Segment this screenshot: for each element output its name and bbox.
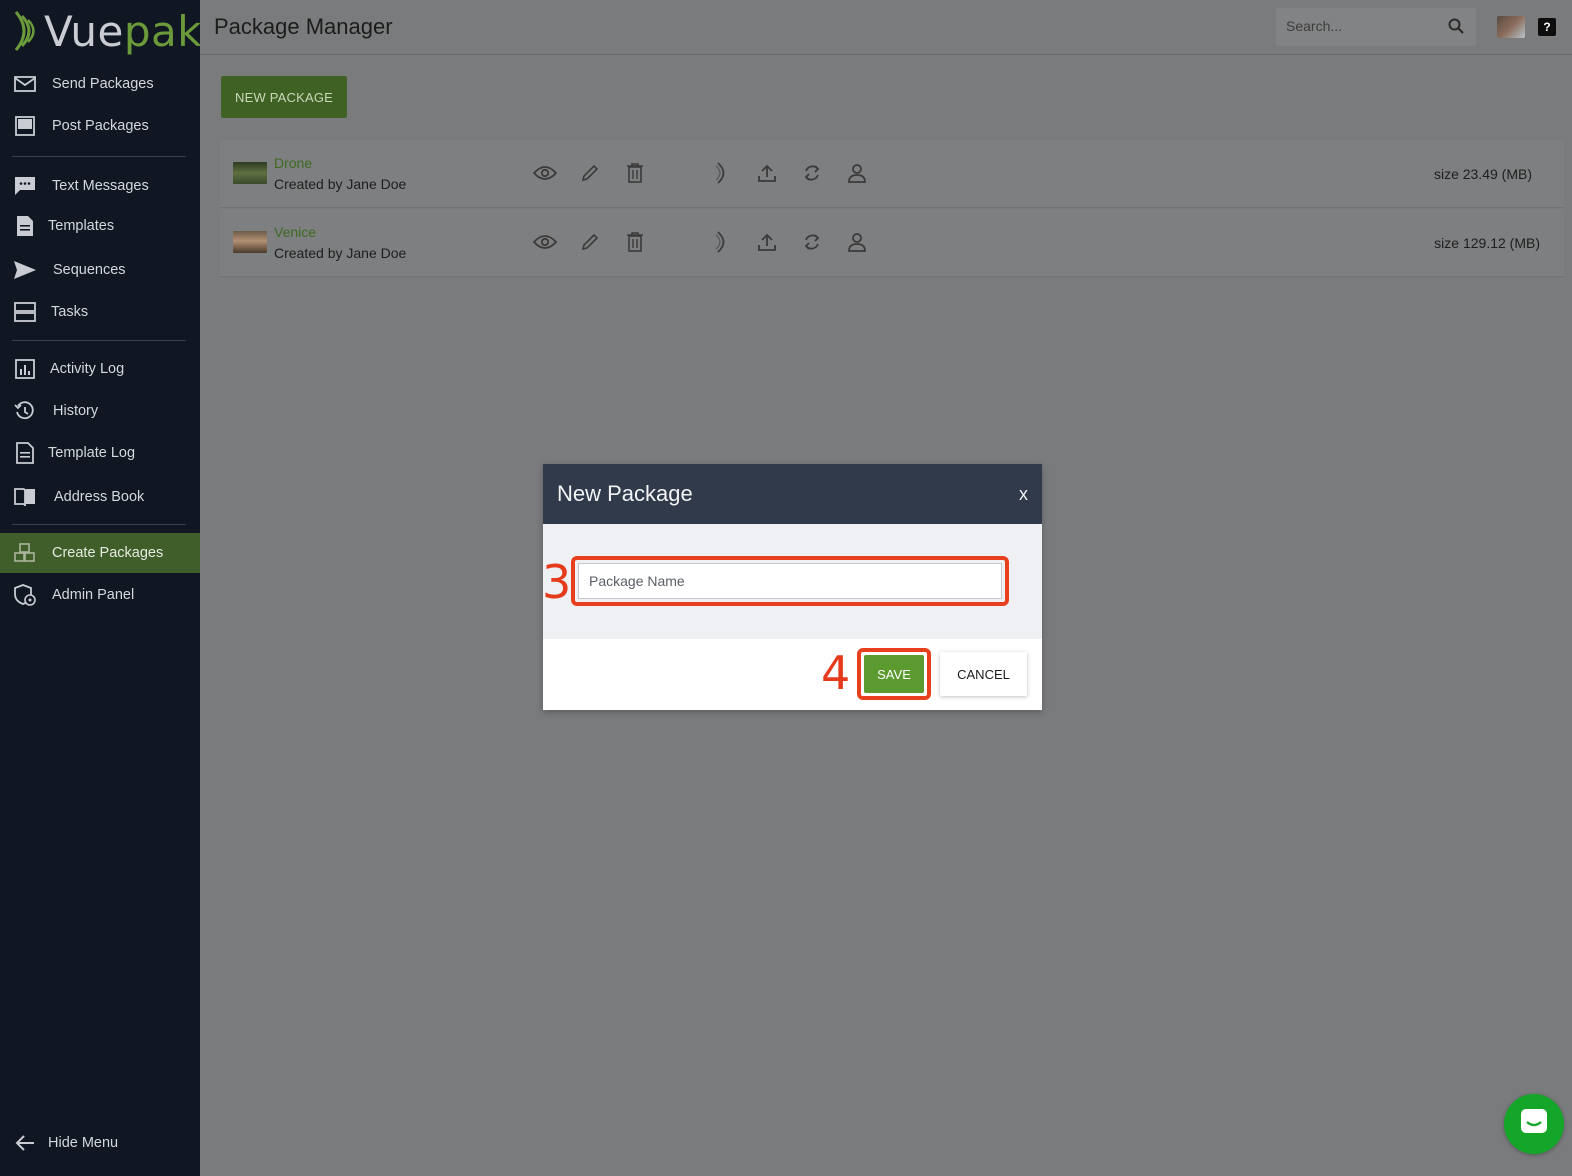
boxes-icon [12, 540, 38, 566]
sidebar-item-label: Address Book [54, 489, 145, 505]
admin-shield-icon [12, 582, 38, 608]
package-row: Drone Created by Jane Doe size 23.49 (MB… [220, 140, 1564, 208]
highlight-box: SAVE [857, 648, 931, 700]
sidebar-item-template-log[interactable]: Template Log [0, 433, 200, 473]
sidebar-item-tasks[interactable]: Tasks [0, 292, 200, 332]
book-icon [12, 484, 38, 510]
trash-icon[interactable] [622, 229, 648, 255]
package-thumbnail[interactable] [233, 162, 267, 184]
modal-body: 3 [542, 524, 1042, 639]
sidebar-item-label: Template Log [48, 445, 136, 461]
sidebar-item-label: Text Messages [52, 178, 149, 194]
hide-menu-button[interactable]: Hide Menu [0, 1123, 200, 1163]
page-title: Package Manager [214, 14, 393, 39]
chat-launcher-button[interactable] [1504, 1094, 1564, 1154]
bar-chart-icon [12, 356, 38, 382]
sidebar-divider [12, 524, 186, 525]
sidebar-item-text-messages[interactable]: Text Messages [0, 166, 200, 206]
sidebar-item-label: Admin Panel [52, 587, 135, 603]
package-thumbnail[interactable] [233, 231, 267, 253]
hide-menu-label: Hide Menu [48, 1135, 119, 1151]
package-size: size 23.49 (MB) [1433, 166, 1532, 182]
sidebar-item-label: Activity Log [50, 361, 125, 377]
close-button[interactable]: x [1019, 484, 1028, 505]
modal-header: New Package x [543, 464, 1042, 524]
user-icon[interactable] [844, 160, 870, 186]
sidebar-item-templates[interactable]: Templates [0, 206, 200, 246]
package-name-input[interactable] [578, 563, 1002, 599]
eye-icon[interactable] [532, 229, 558, 255]
pencil-icon[interactable] [577, 229, 603, 255]
highlight-box [571, 556, 1009, 606]
sidebar-divider [12, 340, 186, 341]
refresh-icon[interactable] [799, 229, 825, 255]
sidebar-item-sequences[interactable]: Sequences [0, 250, 200, 290]
upload-icon[interactable] [754, 160, 780, 186]
eye-icon[interactable] [532, 160, 558, 186]
logo-text: Vuepak [44, 6, 203, 56]
sidebar-item-label: Send Packages [52, 76, 154, 92]
sidebar-divider [12, 156, 186, 157]
modal-title: New Package [557, 481, 693, 506]
sidebar: Vuepak Send Packages Post Packages Text … [0, 0, 202, 1176]
refresh-icon[interactable] [799, 160, 825, 186]
package-name-link[interactable]: Venice [274, 224, 316, 240]
sidebar-item-label: Post Packages [52, 118, 149, 134]
sidebar-item-address-book[interactable]: Address Book [0, 477, 200, 517]
package-name-link[interactable]: Drone [274, 155, 312, 171]
sidebar-item-label: Tasks [51, 304, 89, 320]
sidebar-item-label: Templates [48, 218, 115, 234]
sidebar-item-admin-panel[interactable]: Admin Panel [0, 575, 200, 615]
sidebar-item-activity-log[interactable]: Activity Log [0, 349, 200, 389]
sidebar-item-send-packages[interactable]: Send Packages [0, 64, 200, 104]
send-icon [12, 257, 38, 283]
document-icon [12, 213, 38, 239]
package-row: Venice Created by Jane Doe size 129.12 (… [220, 209, 1564, 277]
chat-icon [1519, 1107, 1549, 1142]
upload-icon[interactable] [754, 229, 780, 255]
tasks-icon [12, 299, 38, 325]
search-icon[interactable] [1448, 18, 1464, 39]
vuepak-send-icon[interactable] [710, 229, 736, 255]
help-button[interactable]: ? [1538, 18, 1556, 36]
sidebar-item-label: History [53, 403, 99, 419]
monitor-icon [12, 113, 38, 139]
logo-mark-icon [10, 8, 44, 54]
new-package-button[interactable]: NEW PACKAGE [221, 76, 347, 118]
trash-icon[interactable] [622, 160, 648, 186]
step-marker-3: 3 [542, 555, 572, 609]
top-bar: Package Manager Search... ? [200, 0, 1572, 55]
sidebar-item-history[interactable]: History [0, 391, 200, 431]
step-marker-4: 4 [821, 646, 851, 700]
arrow-left-icon [12, 1130, 38, 1156]
package-creator: Created by Jane Doe [274, 176, 407, 192]
sidebar-item-post-packages[interactable]: Post Packages [0, 106, 200, 146]
sidebar-item-label: Create Packages [52, 545, 164, 561]
chat-icon [12, 173, 38, 199]
vuepak-logo[interactable]: Vuepak [10, 6, 202, 56]
package-creator: Created by Jane Doe [274, 245, 407, 261]
sidebar-item-create-packages[interactable]: Create Packages [0, 533, 200, 573]
avatar[interactable] [1497, 16, 1525, 38]
package-size: size 129.12 (MB) [1434, 235, 1540, 251]
sidebar-item-label: Sequences [53, 262, 126, 278]
pencil-icon[interactable] [577, 160, 603, 186]
user-icon[interactable] [844, 229, 870, 255]
envelope-icon [12, 71, 38, 97]
document-icon [12, 440, 38, 466]
cancel-button[interactable]: CANCEL [940, 652, 1027, 696]
search-input[interactable]: Search... [1286, 18, 1342, 34]
history-icon [12, 398, 38, 424]
new-package-modal: New Package x 3 4 SAVE CANCEL [542, 464, 1042, 710]
save-button[interactable]: SAVE [864, 655, 924, 693]
search-box[interactable]: Search... [1276, 8, 1476, 46]
vuepak-send-icon[interactable] [710, 160, 736, 186]
